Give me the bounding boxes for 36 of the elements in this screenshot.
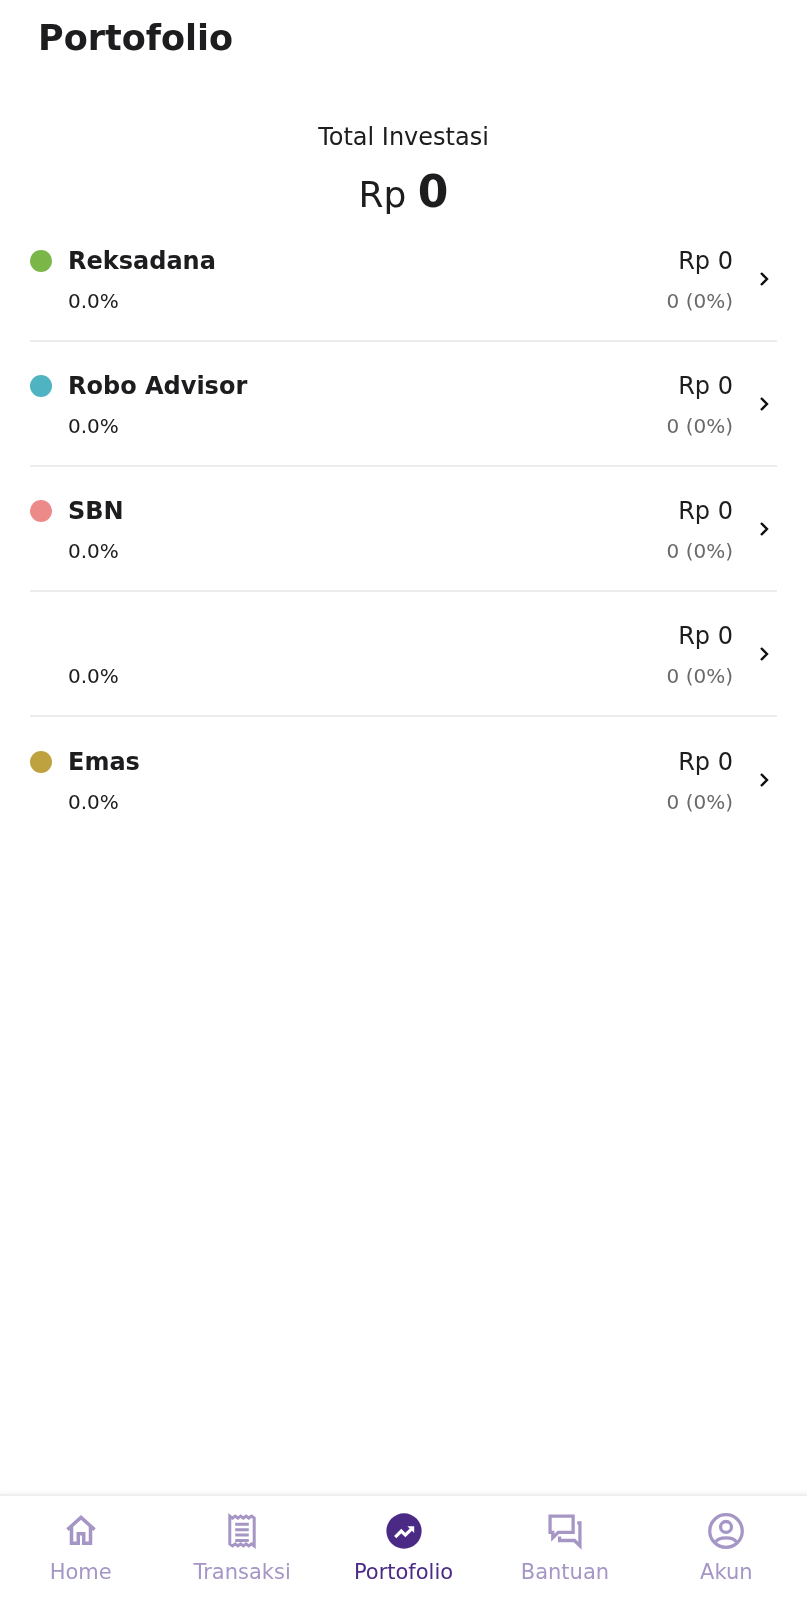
- asset-percent: 0.0%: [67, 789, 120, 814]
- total-amount: Rp 0: [358, 170, 449, 217]
- page-title: Portofolio: [37, 17, 235, 60]
- asset-row[interactable]: 0.0% Rp 0 0 (0%): [30, 592, 777, 717]
- asset-amount: Rp 0: [678, 495, 733, 527]
- asset-change: 0 (0%): [666, 538, 733, 563]
- asset-percent: 0.0%: [67, 288, 120, 313]
- asset-percent: 0.0%: [67, 413, 120, 438]
- asset-change: 0 (0%): [666, 288, 733, 313]
- chevron-right-icon: [759, 645, 769, 662]
- asset-amount: Rp 0: [678, 746, 733, 778]
- chat-icon: [545, 1512, 584, 1550]
- asset-change: 0 (0%): [666, 663, 733, 688]
- asset-row[interactable]: Emas 0.0% Rp 0 0 (0%): [30, 717, 777, 842]
- asset-amount: Rp 0: [678, 245, 733, 277]
- asset-row[interactable]: SBN 0.0% Rp 0 0 (0%): [30, 467, 777, 592]
- asset-amount: Rp 0: [678, 620, 733, 652]
- chevron-right-icon: [759, 270, 769, 287]
- nav-tab[interactable]: Portofolio: [322, 1496, 485, 1600]
- asset-row[interactable]: Reksadana 0.0% Rp 0 0 (0%): [30, 217, 777, 342]
- asset-change: 0 (0%): [666, 413, 733, 438]
- trend-chart-icon: [384, 1512, 423, 1550]
- asset-name: Reksadana: [68, 246, 216, 275]
- asset-percent: 0.0%: [67, 663, 120, 688]
- chevron-right-icon: [759, 395, 769, 412]
- total-label: Total Investasi: [318, 122, 489, 152]
- asset-name: Robo Advisor: [68, 371, 248, 400]
- asset-change: 0 (0%): [666, 789, 733, 814]
- user-icon: [707, 1512, 746, 1550]
- asset-name: SBN: [68, 496, 124, 525]
- chevron-right-icon: [759, 771, 769, 788]
- asset-percent: 0.0%: [67, 538, 120, 563]
- asset-row[interactable]: Robo Advisor 0.0% Rp 0 0 (0%): [30, 342, 777, 467]
- chevron-right-icon: [759, 520, 769, 537]
- asset-name: Emas: [68, 747, 140, 776]
- asset-amount: Rp 0: [678, 370, 733, 402]
